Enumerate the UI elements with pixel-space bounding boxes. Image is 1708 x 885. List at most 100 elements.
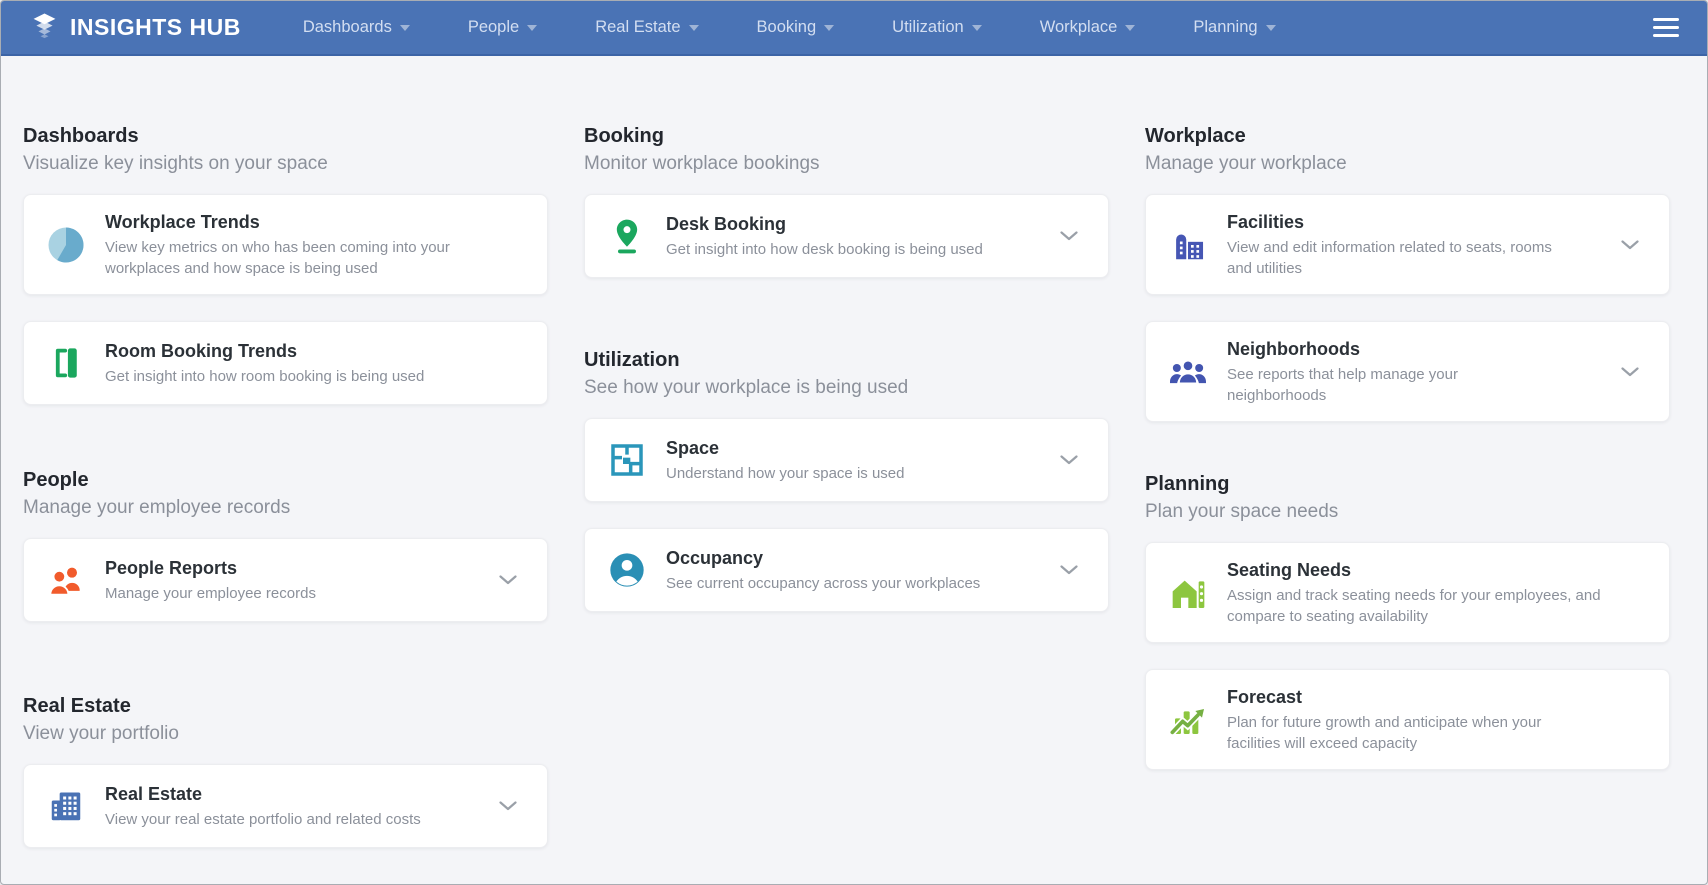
card-description: See current occupancy across your workpl… <box>666 575 981 592</box>
section-real-estate: Real Estate View your portfolio Real Est… <box>23 692 548 848</box>
floorplan-icon <box>605 438 649 482</box>
section-people: People Manage your employee records Peop… <box>23 466 548 622</box>
app-window: INSIGHTS HUB Dashboards People Real Esta… <box>0 0 1708 885</box>
brand-title: INSIGHTS HUB <box>70 14 241 40</box>
card-description: Get insight into how room booking is bei… <box>105 368 425 385</box>
section-subtitle: View your portfolio <box>23 723 179 744</box>
card-title: Workplace Trends <box>105 212 260 232</box>
person-circle-icon <box>605 548 649 592</box>
card-description: See reports that help manage your neighb… <box>1227 366 1458 404</box>
chevron-down-icon[interactable] <box>1060 455 1078 465</box>
nav-item-people[interactable]: People <box>467 18 538 37</box>
building-tower-icon <box>1166 223 1210 267</box>
card-title: Forecast <box>1227 687 1303 707</box>
nav-item-workplace[interactable]: Workplace <box>1040 18 1136 37</box>
chevron-down-icon <box>1265 24 1276 31</box>
card-title: Desk Booking <box>666 214 787 234</box>
chevron-down-icon[interactable] <box>1060 231 1078 241</box>
column-2: Booking Monitor workplace bookings Desk … <box>584 122 1109 848</box>
section-title: Planning <box>1145 473 1230 495</box>
people-icon <box>44 558 88 602</box>
card-real-estate[interactable]: Real Estate View your real estate portfo… <box>23 764 548 848</box>
chevron-down-icon[interactable] <box>1060 565 1078 575</box>
nav-item-label: Real Estate <box>595 18 681 36</box>
card-facilities[interactable]: Facilities View and edit information rel… <box>1145 194 1670 295</box>
card-desk-booking[interactable]: Desk Booking Get insight into how desk b… <box>584 194 1109 278</box>
nav-item-label: Booking <box>756 18 817 36</box>
card-title: Facilities <box>1227 212 1305 232</box>
pie-chart-icon <box>44 223 88 267</box>
chevron-down-icon[interactable] <box>1621 366 1639 377</box>
card-description: View your real estate portfolio and rela… <box>105 811 421 828</box>
nav-item-booking[interactable]: Booking <box>757 18 835 37</box>
section-subtitle: Visualize key insights on your space <box>23 153 328 174</box>
chevron-down-icon <box>1125 24 1136 31</box>
hamburger-menu-icon[interactable] <box>1651 14 1681 42</box>
section-subtitle: Manage your employee records <box>23 497 291 518</box>
card-seating-needs[interactable]: Seating Needs Assign and track seating n… <box>1145 542 1670 643</box>
chevron-down-icon[interactable] <box>499 801 517 811</box>
card-title: People Reports <box>105 558 238 578</box>
nav-item-label: Utilization <box>892 18 964 36</box>
brand[interactable]: INSIGHTS HUB <box>31 12 241 43</box>
nav-item-label: Planning <box>1193 18 1258 36</box>
section-subtitle: Manage your workplace <box>1145 153 1347 174</box>
column-1: Dashboards Visualize key insights on you… <box>23 122 548 848</box>
card-description: View key metrics on who has been coming … <box>105 239 450 277</box>
card-title: Space <box>666 438 720 458</box>
section-title: Utilization <box>584 349 680 371</box>
card-room-booking-trends[interactable]: Room Booking Trends Get insight into how… <box>23 321 548 405</box>
section-title: People <box>23 469 89 491</box>
section-dashboards: Dashboards Visualize key insights on you… <box>23 122 548 405</box>
card-description: Get insight into how desk booking is bei… <box>666 241 983 258</box>
card-description: Understand how your space is used <box>666 465 905 482</box>
top-nav: INSIGHTS HUB Dashboards People Real Esta… <box>1 1 1707 56</box>
card-people-reports[interactable]: People Reports Manage your employee reco… <box>23 538 548 622</box>
chevron-down-icon <box>399 24 410 31</box>
chevron-down-icon[interactable] <box>499 575 517 585</box>
card-title: Occupancy <box>666 548 764 568</box>
nav-item-label: People <box>467 18 520 36</box>
nav-item-label: Dashboards <box>302 18 392 36</box>
section-title: Dashboards <box>23 125 139 147</box>
column-3: Workplace Manage your workplace Faciliti… <box>1145 122 1670 848</box>
card-neighborhoods[interactable]: Neighborhoods See reports that help mana… <box>1145 321 1670 422</box>
main-content: Dashboards Visualize key insights on you… <box>1 56 1707 848</box>
section-subtitle: See how your workplace is being used <box>584 377 909 398</box>
card-title: Seating Needs <box>1227 560 1352 580</box>
nav-item-real-estate[interactable]: Real Estate <box>595 18 699 37</box>
nav-item-dashboards[interactable]: Dashboards <box>303 18 410 37</box>
card-description: Manage your employee records <box>105 585 316 602</box>
growth-chart-icon <box>1166 698 1210 742</box>
nav-menu: Dashboards People Real Estate Booking Ut… <box>303 18 1276 37</box>
card-occupancy[interactable]: Occupancy See current occupancy across y… <box>584 528 1109 612</box>
section-planning: Planning Plan your space needs Seating N… <box>1145 470 1670 770</box>
people-group-icon <box>1166 350 1210 394</box>
section-title: Real Estate <box>23 695 131 717</box>
nav-item-label: Workplace <box>1039 18 1118 36</box>
card-description: Plan for future growth and anticipate wh… <box>1227 714 1542 752</box>
card-description: View and edit information related to sea… <box>1227 239 1552 277</box>
card-space[interactable]: Space Understand how your space is used <box>584 418 1109 502</box>
section-subtitle: Plan your space needs <box>1145 501 1339 522</box>
section-workplace: Workplace Manage your workplace Faciliti… <box>1145 122 1670 422</box>
map-pin-icon <box>605 214 649 258</box>
open-door-icon <box>44 341 88 385</box>
chevron-down-icon <box>688 24 699 31</box>
chevron-down-icon <box>527 24 538 31</box>
section-subtitle: Monitor workplace bookings <box>584 153 820 174</box>
chevron-down-icon <box>824 24 835 31</box>
house-icon <box>1166 571 1210 615</box>
chevron-down-icon[interactable] <box>1621 239 1639 250</box>
card-title: Room Booking Trends <box>105 341 298 361</box>
card-workplace-trends[interactable]: Workplace Trends View key metrics on who… <box>23 194 548 295</box>
card-forecast[interactable]: Forecast Plan for future growth and anti… <box>1145 669 1670 770</box>
insights-hub-logo-icon <box>33 12 56 38</box>
section-utilization: Utilization See how your workplace is be… <box>584 346 1109 612</box>
section-booking: Booking Monitor workplace bookings Desk … <box>584 122 1109 278</box>
chevron-down-icon <box>971 24 982 31</box>
nav-item-utilization[interactable]: Utilization <box>892 18 982 37</box>
card-title: Neighborhoods <box>1227 339 1360 359</box>
nav-item-planning[interactable]: Planning <box>1193 18 1276 37</box>
card-title: Real Estate <box>105 784 203 804</box>
